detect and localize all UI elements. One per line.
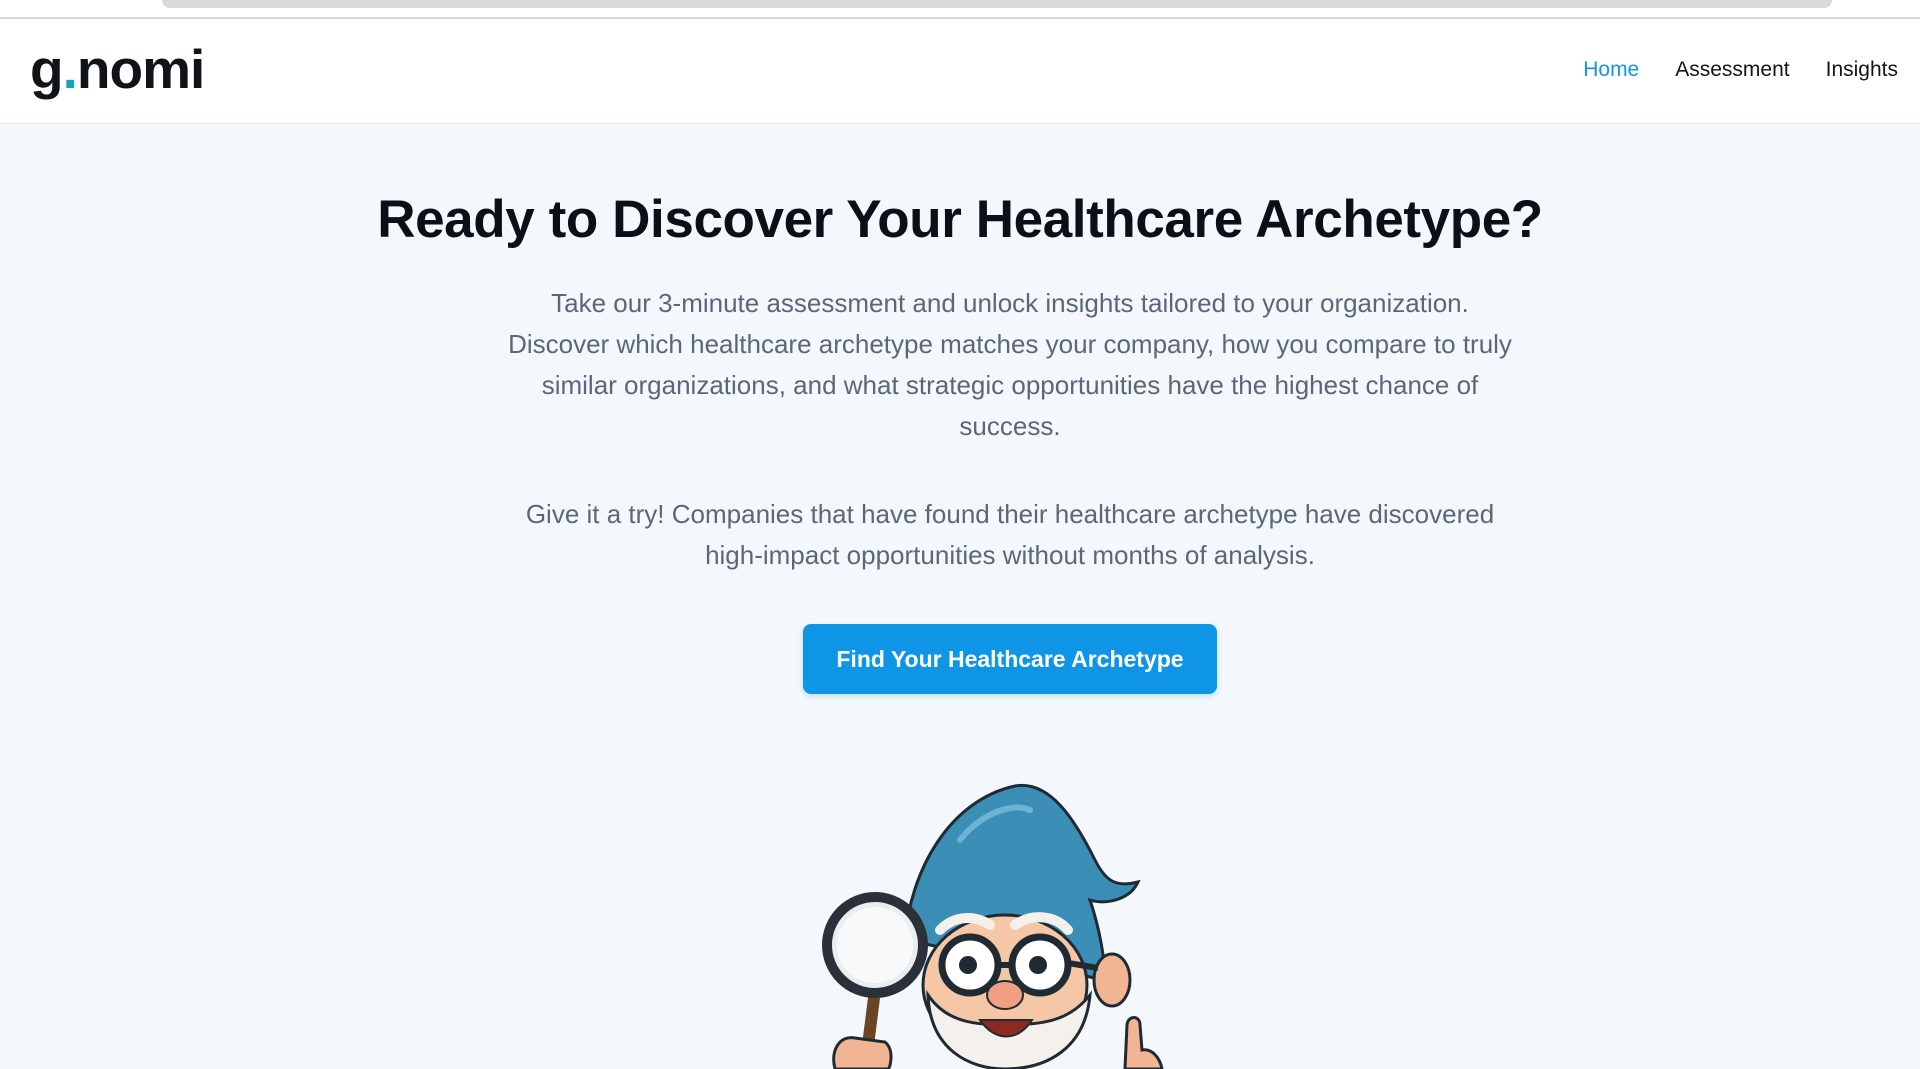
nav-home[interactable]: Home bbox=[1583, 54, 1639, 86]
logo-text-g: g bbox=[30, 38, 64, 100]
hero-cta-text: Give it a try! Companies that have found… bbox=[525, 499, 1495, 570]
gnomi-logo[interactable]: g. nomi bbox=[30, 37, 205, 107]
logo-text-nomi: nomi bbox=[76, 38, 205, 100]
browser-chrome bbox=[0, 0, 1920, 19]
browser-scrollbar[interactable] bbox=[162, 0, 1832, 8]
hero-title: Ready to Discover Your Healthcare Archet… bbox=[377, 190, 1543, 249]
nav-insights[interactable]: Insights bbox=[1826, 54, 1898, 86]
logo-dot: . bbox=[62, 38, 78, 100]
gnome-mascot-icon bbox=[822, 783, 1164, 1069]
hero-description: Take our 3-minute assessment and unlock … bbox=[508, 288, 1512, 441]
find-archetype-button[interactable]: Find Your Healthcare Archetype bbox=[803, 624, 1217, 694]
nav-assessment[interactable]: Assessment bbox=[1675, 54, 1789, 86]
site-header: g. nomi Home Assessment Insights bbox=[0, 19, 1920, 124]
main-nav: Home Assessment Insights bbox=[1583, 54, 1898, 86]
